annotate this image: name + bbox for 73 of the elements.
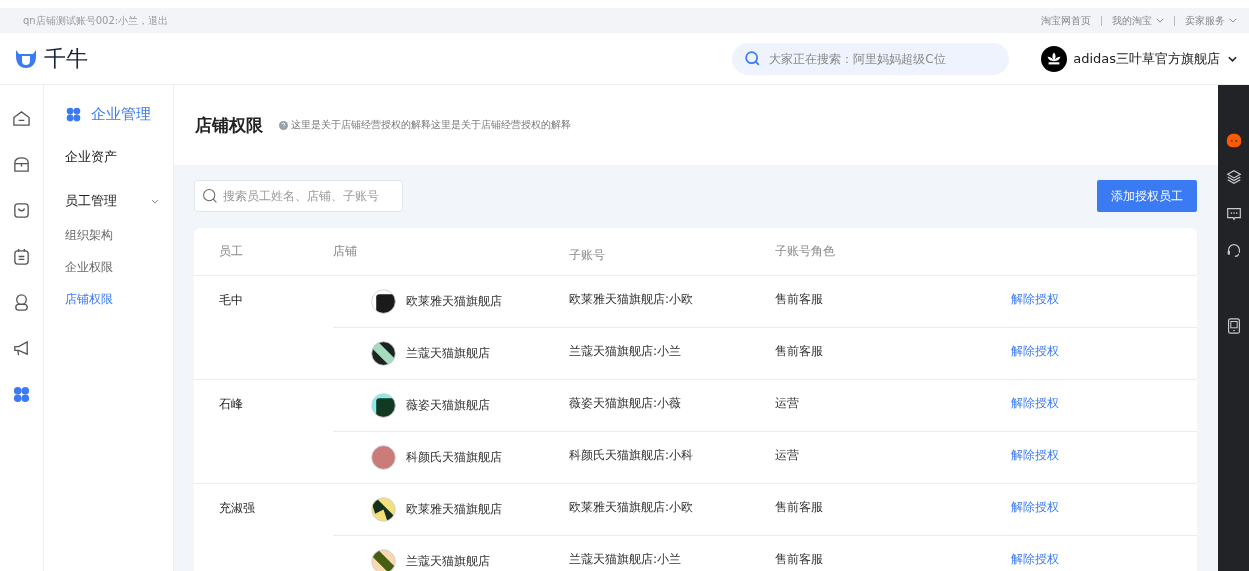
revoke-link[interactable]: 解除授权: [1011, 396, 1059, 410]
revoke-link[interactable]: 解除授权: [1011, 344, 1059, 358]
top-nav-link[interactable]: 卖家服务: [1185, 13, 1237, 28]
caret-icon: [1229, 18, 1237, 23]
search-field[interactable]: 大家正在搜索：阿里妈妈超级C位: [732, 42, 1010, 75]
sub-account: 欧莱雅天猫旗舰店:小欧: [569, 500, 694, 514]
column-header: 店铺: [333, 243, 358, 260]
top-nav-link[interactable]: 我的淘宝: [1112, 13, 1164, 28]
column-header: 子账号: [569, 247, 606, 264]
sidebar-subitem[interactable]: 企业权限: [65, 259, 173, 276]
sidebar-subitem[interactable]: 组织架构: [65, 227, 173, 244]
apps-icon[interactable]: [12, 385, 31, 404]
store-name: 欧莱雅天猫旗舰店: [406, 501, 502, 518]
revoke-link[interactable]: 解除授权: [1011, 448, 1059, 462]
caret-icon: [1228, 55, 1237, 62]
column-header: 子账号角色: [775, 243, 836, 260]
account-role: 售前客服: [775, 552, 823, 566]
layers-icon[interactable]: [1224, 168, 1243, 186]
add-employee-button[interactable]: 添加授权员工: [1097, 180, 1197, 212]
page-hint: 这里是关于店铺经营授权的解释这里是关于店铺经营授权的解释: [291, 118, 571, 132]
account-role: 售前客服: [775, 292, 823, 306]
trefoil-logo-icon: [1041, 45, 1068, 72]
employee-name: 毛中: [219, 293, 243, 307]
store-name: 科颜氏天猫旗舰店: [406, 449, 502, 466]
store-logo-icon: [371, 549, 396, 571]
sidebar-subitem[interactable]: 店铺权限: [65, 291, 173, 308]
account-logout-text: qn店铺测试账号002:小兰，退出: [23, 13, 169, 28]
account-role: 售前客服: [775, 500, 823, 514]
account-role: 运营: [775, 448, 799, 462]
calendar-icon[interactable]: [12, 247, 31, 266]
store-logo-icon: [371, 393, 396, 418]
employee-search-field[interactable]: 搜索员工姓名、店铺、子账号: [194, 180, 403, 212]
help-icon: [279, 120, 288, 130]
shop-switcher[interactable]: adidas三叶草官方旗舰店: [1041, 45, 1237, 72]
account-role: 运营: [775, 396, 799, 410]
store-name: 薇姿天猫旗舰店: [406, 397, 490, 414]
search-icon: [202, 188, 218, 204]
store-logo-icon: [371, 289, 396, 314]
store-name: 欧莱雅天猫旗舰店: [406, 293, 502, 310]
top-nav-link[interactable]: 淘宝网首页: [1041, 13, 1091, 28]
column-header: 员工: [218, 243, 244, 260]
mascot-icon[interactable]: [1224, 131, 1243, 149]
store-logo-icon: [371, 445, 396, 470]
revoke-link[interactable]: 解除授权: [1011, 552, 1059, 566]
megaphone-icon[interactable]: [12, 339, 31, 358]
user-icon[interactable]: [12, 293, 31, 312]
employee-name: 充淑强: [219, 501, 255, 515]
sidebar-group[interactable]: 员工管理: [65, 192, 173, 210]
search-icon: [744, 49, 762, 67]
caret-icon: [1156, 18, 1164, 23]
chat-icon[interactable]: [1224, 205, 1243, 223]
sidebar-title: 企业管理: [91, 105, 151, 124]
sub-account: 薇姿天猫旗舰店:小薇: [569, 396, 682, 410]
account-role: 售前客服: [775, 344, 823, 358]
sub-account: 兰蔻天猫旗舰店:小兰: [569, 344, 682, 358]
sidebar-item[interactable]: 企业资产: [65, 148, 173, 166]
store-name: 兰蔻天猫旗舰店: [406, 553, 490, 570]
store-icon[interactable]: [12, 155, 31, 174]
store-logo-icon: [371, 341, 396, 366]
revoke-link[interactable]: 解除授权: [1011, 292, 1059, 306]
home-icon[interactable]: [12, 109, 31, 128]
bag-icon[interactable]: [12, 201, 31, 220]
page-title: 店铺权限: [195, 113, 263, 137]
store-name: 兰蔻天猫旗舰店: [406, 345, 490, 362]
sub-account: 科颜氏天猫旗舰店:小科: [569, 448, 694, 462]
store-logo-icon: [371, 497, 396, 522]
sub-account: 兰蔻天猫旗舰店:小兰: [569, 552, 682, 566]
revoke-link[interactable]: 解除授权: [1011, 500, 1059, 514]
apps-icon: [65, 106, 82, 123]
sub-account: 欧莱雅天猫旗舰店:小欧: [569, 292, 694, 306]
chevron-icon: [151, 198, 159, 204]
brand-name: 千牛: [44, 44, 88, 73]
employee-name: 石峰: [219, 397, 243, 411]
